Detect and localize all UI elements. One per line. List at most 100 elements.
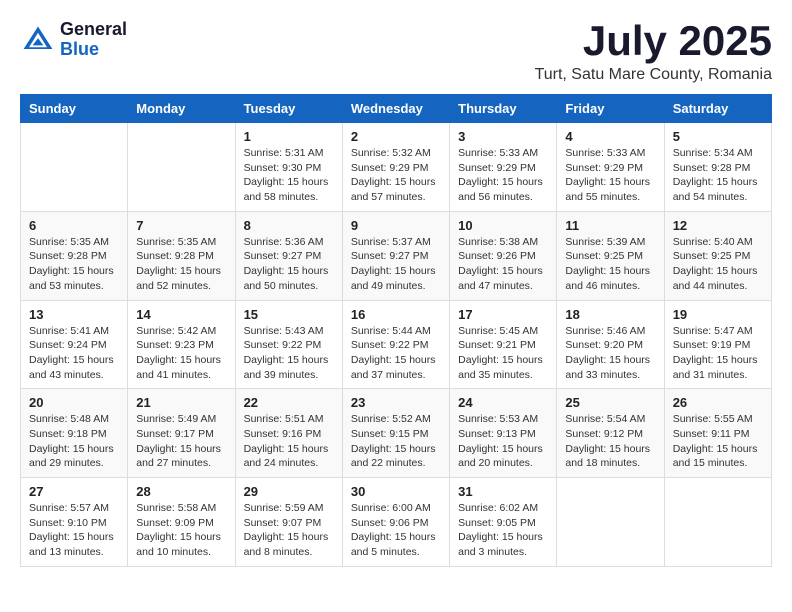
day-info: Sunrise: 5:55 AM Sunset: 9:11 PM Dayligh…: [673, 412, 763, 471]
day-number: 8: [244, 218, 334, 233]
day-info: Sunrise: 5:34 AM Sunset: 9:28 PM Dayligh…: [673, 146, 763, 205]
day-info: Sunrise: 5:57 AM Sunset: 9:10 PM Dayligh…: [29, 501, 119, 560]
day-info: Sunrise: 5:33 AM Sunset: 9:29 PM Dayligh…: [458, 146, 548, 205]
calendar-day-cell: [128, 123, 235, 212]
day-number: 14: [136, 307, 226, 322]
day-info: Sunrise: 5:36 AM Sunset: 9:27 PM Dayligh…: [244, 235, 334, 294]
day-info: Sunrise: 5:39 AM Sunset: 9:25 PM Dayligh…: [565, 235, 655, 294]
day-info: Sunrise: 5:46 AM Sunset: 9:20 PM Dayligh…: [565, 324, 655, 383]
calendar-week-row: 13Sunrise: 5:41 AM Sunset: 9:24 PM Dayli…: [21, 300, 772, 389]
logo: General Blue: [20, 20, 127, 60]
day-number: 24: [458, 395, 548, 410]
calendar-day-cell: 11 Sunrise: 5:39 AM Sunset: 9:25 PM Dayli…: [557, 211, 664, 300]
calendar-day-cell: 31 Sunrise: 6:02 AM Sunset: 9:05 PM Dayli…: [450, 478, 557, 567]
day-info: Sunrise: 6:02 AM Sunset: 9:05 PM Dayligh…: [458, 501, 548, 560]
day-number: 1: [244, 129, 334, 144]
day-info: Sunrise: 5:35 AM Sunset: 9:28 PM Dayligh…: [136, 235, 226, 294]
day-number: 13: [29, 307, 119, 322]
calendar-day-cell: 8 Sunrise: 5:36 AM Sunset: 9:27 PM Daylig…: [235, 211, 342, 300]
calendar-day-header: Sunday: [21, 95, 128, 123]
day-number: 9: [351, 218, 441, 233]
calendar-day-cell: 23 Sunrise: 5:52 AM Sunset: 9:15 PM Dayli…: [342, 389, 449, 478]
calendar-day-cell: 12Sunrise: 5:40 AM Sunset: 9:25 PM Dayli…: [664, 211, 771, 300]
calendar-day-header: Saturday: [664, 95, 771, 123]
day-info: Sunrise: 5:32 AM Sunset: 9:29 PM Dayligh…: [351, 146, 441, 205]
day-info: Sunrise: 5:45 AM Sunset: 9:21 PM Dayligh…: [458, 324, 548, 383]
day-number: 12: [673, 218, 763, 233]
day-number: 2: [351, 129, 441, 144]
day-info: Sunrise: 5:38 AM Sunset: 9:26 PM Dayligh…: [458, 235, 548, 294]
calendar-day-cell: 7 Sunrise: 5:35 AM Sunset: 9:28 PM Daylig…: [128, 211, 235, 300]
day-info: Sunrise: 5:51 AM Sunset: 9:16 PM Dayligh…: [244, 412, 334, 471]
day-number: 15: [244, 307, 334, 322]
day-number: 4: [565, 129, 655, 144]
logo-text: General Blue: [60, 20, 127, 60]
calendar-day-header: Wednesday: [342, 95, 449, 123]
day-number: 5: [673, 129, 763, 144]
day-info: Sunrise: 5:33 AM Sunset: 9:29 PM Dayligh…: [565, 146, 655, 205]
calendar-table: SundayMondayTuesdayWednesdayThursdayFrid…: [20, 94, 772, 567]
logo-general: General: [60, 20, 127, 40]
calendar-day-cell: 16 Sunrise: 5:44 AM Sunset: 9:22 PM Dayli…: [342, 300, 449, 389]
calendar-day-cell: 2 Sunrise: 5:32 AM Sunset: 9:29 PM Daylig…: [342, 123, 449, 212]
calendar-day-cell: 18 Sunrise: 5:46 AM Sunset: 9:20 PM Dayli…: [557, 300, 664, 389]
calendar-day-header: Monday: [128, 95, 235, 123]
page-header: General Blue July 2025 Turt, Satu Mare C…: [20, 20, 772, 84]
calendar-week-row: 27 Sunrise: 5:57 AM Sunset: 9:10 PM Dayli…: [21, 478, 772, 567]
calendar-day-cell: 9 Sunrise: 5:37 AM Sunset: 9:27 PM Daylig…: [342, 211, 449, 300]
calendar-day-header: Friday: [557, 95, 664, 123]
day-info: Sunrise: 5:31 AM Sunset: 9:30 PM Dayligh…: [244, 146, 334, 205]
day-number: 18: [565, 307, 655, 322]
calendar-day-cell: 25Sunrise: 5:54 AM Sunset: 9:12 PM Dayli…: [557, 389, 664, 478]
calendar-day-cell: 3Sunrise: 5:33 AM Sunset: 9:29 PM Daylig…: [450, 123, 557, 212]
day-number: 31: [458, 484, 548, 499]
day-number: 26: [673, 395, 763, 410]
calendar-day-cell: 14 Sunrise: 5:42 AM Sunset: 9:23 PM Dayli…: [128, 300, 235, 389]
calendar-day-cell: 24 Sunrise: 5:53 AM Sunset: 9:13 PM Dayli…: [450, 389, 557, 478]
calendar-day-cell: 6Sunrise: 5:35 AM Sunset: 9:28 PM Daylig…: [21, 211, 128, 300]
calendar-day-cell: 15 Sunrise: 5:43 AM Sunset: 9:22 PM Dayli…: [235, 300, 342, 389]
day-number: 23: [351, 395, 441, 410]
day-info: Sunrise: 5:53 AM Sunset: 9:13 PM Dayligh…: [458, 412, 548, 471]
day-info: Sunrise: 5:43 AM Sunset: 9:22 PM Dayligh…: [244, 324, 334, 383]
calendar-day-cell: 19Sunrise: 5:47 AM Sunset: 9:19 PM Dayli…: [664, 300, 771, 389]
calendar-day-cell: 1 Sunrise: 5:31 AM Sunset: 9:30 PM Daylig…: [235, 123, 342, 212]
day-number: 7: [136, 218, 226, 233]
calendar-day-cell: [557, 478, 664, 567]
calendar-day-cell: 22Sunrise: 5:51 AM Sunset: 9:16 PM Dayli…: [235, 389, 342, 478]
day-number: 6: [29, 218, 119, 233]
calendar-week-row: 6 Sunrise: 5:35 AM Sunset: 9:28 PM Daylig…: [21, 211, 772, 300]
calendar-day-cell: 30 Sunrise: 6:00 AM Sunset: 9:06 PM Dayli…: [342, 478, 449, 567]
day-number: 10: [458, 218, 548, 233]
day-number: 20: [29, 395, 119, 410]
logo-blue: Blue: [60, 40, 127, 60]
calendar-day-header: Tuesday: [235, 95, 342, 123]
day-number: 29: [244, 484, 334, 499]
title-block: July 2025 Turt, Satu Mare County, Romani…: [535, 20, 772, 84]
calendar-day-cell: 21Sunrise: 5:49 AM Sunset: 9:17 PM Dayli…: [128, 389, 235, 478]
day-number: 16: [351, 307, 441, 322]
day-info: Sunrise: 5:44 AM Sunset: 9:22 PM Dayligh…: [351, 324, 441, 383]
calendar-day-cell: 17 Sunrise: 5:45 AM Sunset: 9:21 PM Dayli…: [450, 300, 557, 389]
location: Turt, Satu Mare County, Romania: [535, 66, 772, 84]
month-year: July 2025: [535, 20, 772, 62]
day-info: Sunrise: 5:49 AM Sunset: 9:17 PM Dayligh…: [136, 412, 226, 471]
day-number: 25: [565, 395, 655, 410]
day-info: Sunrise: 6:00 AM Sunset: 9:06 PM Dayligh…: [351, 501, 441, 560]
day-number: 17: [458, 307, 548, 322]
calendar-day-cell: 5 Sunrise: 5:34 AM Sunset: 9:28 PM Daylig…: [664, 123, 771, 212]
day-info: Sunrise: 5:52 AM Sunset: 9:15 PM Dayligh…: [351, 412, 441, 471]
day-number: 19: [673, 307, 763, 322]
day-info: Sunrise: 5:42 AM Sunset: 9:23 PM Dayligh…: [136, 324, 226, 383]
calendar-day-cell: 29 Sunrise: 5:59 AM Sunset: 9:07 PM Dayli…: [235, 478, 342, 567]
calendar-day-header: Thursday: [450, 95, 557, 123]
day-info: Sunrise: 5:59 AM Sunset: 9:07 PM Dayligh…: [244, 501, 334, 560]
calendar-day-cell: 4 Sunrise: 5:33 AM Sunset: 9:29 PM Daylig…: [557, 123, 664, 212]
day-info: Sunrise: 5:37 AM Sunset: 9:27 PM Dayligh…: [351, 235, 441, 294]
day-number: 27: [29, 484, 119, 499]
day-number: 30: [351, 484, 441, 499]
calendar-week-row: 1 Sunrise: 5:31 AM Sunset: 9:30 PM Daylig…: [21, 123, 772, 212]
day-info: Sunrise: 5:58 AM Sunset: 9:09 PM Dayligh…: [136, 501, 226, 560]
day-number: 11: [565, 218, 655, 233]
calendar-day-cell: 27 Sunrise: 5:57 AM Sunset: 9:10 PM Dayli…: [21, 478, 128, 567]
